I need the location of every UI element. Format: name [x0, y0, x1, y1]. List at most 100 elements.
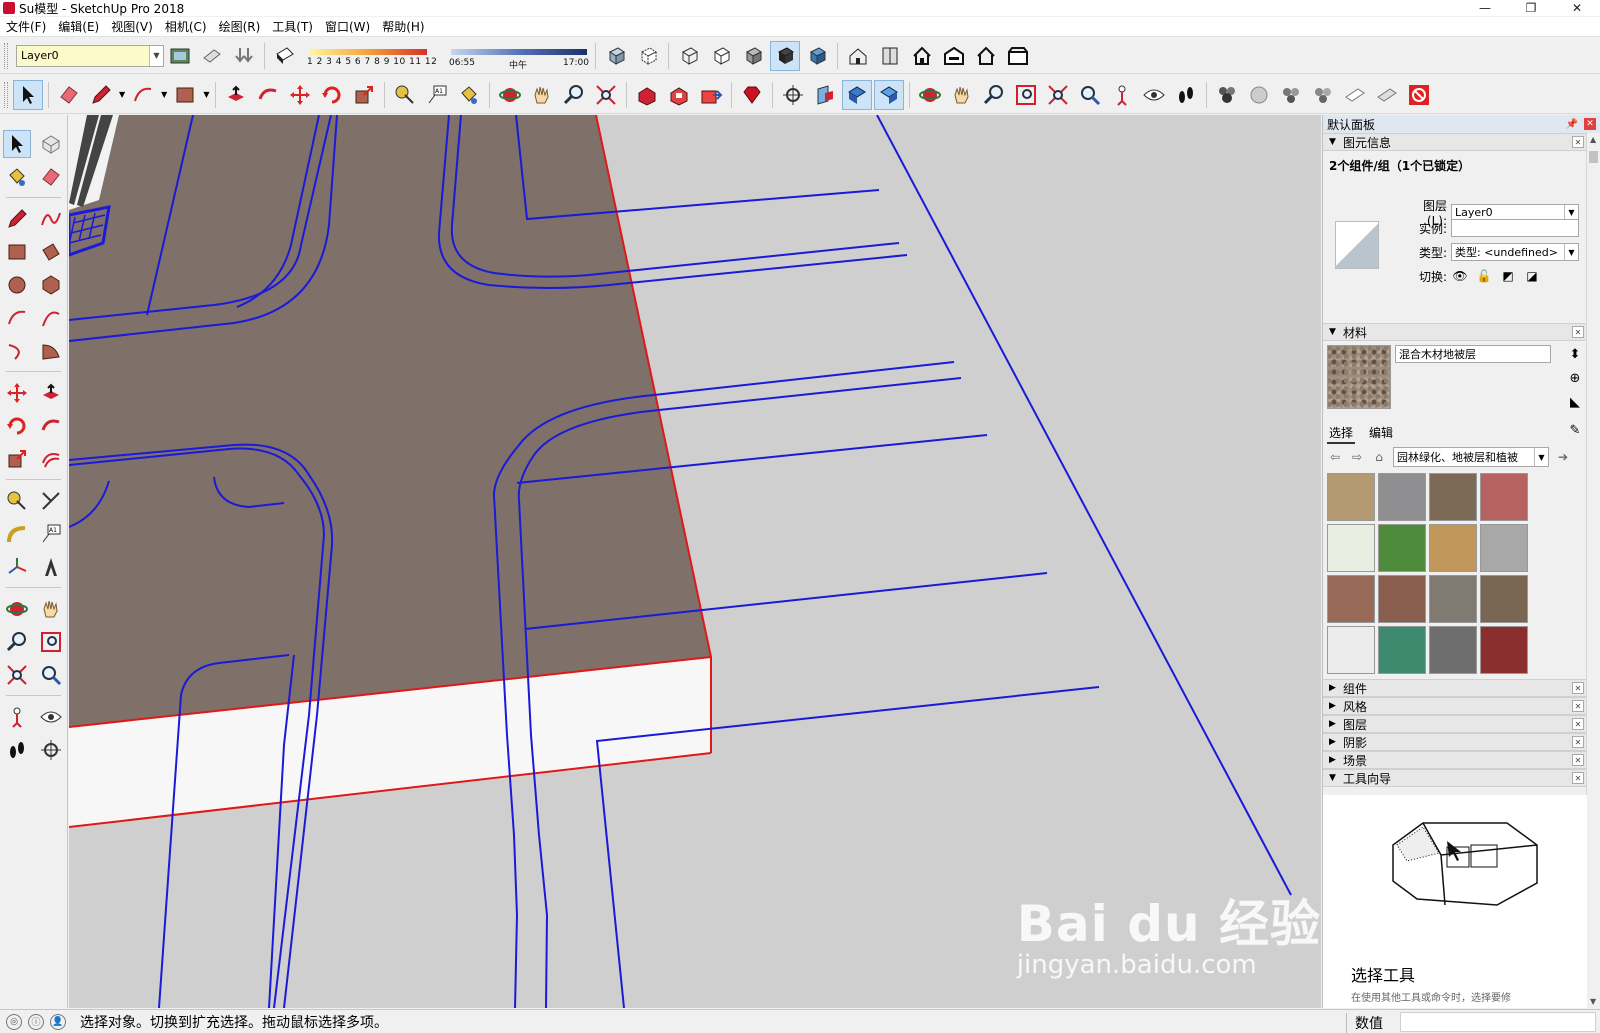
- orbit-button-2[interactable]: [915, 80, 945, 110]
- layer-down-button[interactable]: [229, 41, 259, 71]
- iso-view-button[interactable]: [843, 41, 873, 71]
- shadow-time-slider[interactable]: 06:55 中午 17:00: [447, 41, 591, 71]
- material-name-input[interactable]: 混合木材地被层: [1395, 345, 1551, 363]
- zoom-button[interactable]: [3, 628, 31, 656]
- chevron-down-icon[interactable]: ▼: [119, 90, 125, 99]
- layer-arrow-button[interactable]: [197, 41, 227, 71]
- eraser-tool-button[interactable]: [37, 163, 65, 191]
- sample-paint-icon[interactable]: ✎: [1566, 421, 1584, 439]
- model-scene[interactable]: [69, 115, 1321, 1008]
- materials-header[interactable]: ▼ 材料 ✕: [1323, 323, 1586, 341]
- three-point-arc-button[interactable]: [3, 337, 31, 365]
- eraser-tool-button[interactable]: [54, 80, 84, 110]
- section-plane-button[interactable]: [37, 736, 65, 764]
- tab-select[interactable]: 选择: [1327, 423, 1356, 444]
- look-around-button[interactable]: [37, 703, 65, 731]
- extension-warehouse-button[interactable]: [737, 80, 767, 110]
- material-swatch[interactable]: [1327, 626, 1375, 674]
- instructor-header[interactable]: ▼ 工具向导 ✕: [1323, 769, 1586, 787]
- instance-input[interactable]: [1451, 219, 1579, 237]
- close-icon[interactable]: ✕: [1572, 736, 1584, 748]
- menu-window[interactable]: 窗口(W): [319, 18, 376, 35]
- material-swatch[interactable]: [1480, 524, 1528, 572]
- select-tool-button[interactable]: [2, 129, 31, 158]
- interact-button[interactable]: [1276, 80, 1306, 110]
- close-icon[interactable]: ✕: [1572, 682, 1584, 694]
- top-view-button[interactable]: [875, 41, 905, 71]
- material-swatch[interactable]: [1480, 473, 1528, 521]
- back-view-button[interactable]: [971, 41, 1001, 71]
- axes-tool-button[interactable]: [3, 553, 31, 581]
- pan-button-2[interactable]: [947, 80, 977, 110]
- drape-button[interactable]: [1372, 80, 1402, 110]
- pan-button[interactable]: [37, 595, 65, 623]
- look-around-button[interactable]: [1139, 80, 1169, 110]
- tape-measure-button[interactable]: [390, 80, 420, 110]
- offset-tool-button[interactable]: [37, 445, 65, 473]
- material-swatch[interactable]: [1429, 575, 1477, 623]
- front-view-button[interactable]: [907, 41, 937, 71]
- display-section-planes-button[interactable]: [842, 79, 873, 110]
- zoom-extents-button[interactable]: [3, 661, 31, 689]
- display-secondary-icon[interactable]: ⬍: [1566, 345, 1584, 363]
- back-arrow-icon[interactable]: ⇦: [1327, 449, 1343, 465]
- layer-dropdown[interactable]: Layer0 ▼: [16, 44, 164, 67]
- material-swatch[interactable]: [1378, 575, 1426, 623]
- walk-button[interactable]: [3, 736, 31, 764]
- model-viewport[interactable]: Bai du 经验 jingyan.baidu.com: [69, 115, 1321, 1008]
- scale-tool-button[interactable]: [3, 445, 31, 473]
- two-point-arc-button[interactable]: [37, 304, 65, 332]
- menu-camera[interactable]: 相机(C): [159, 18, 213, 35]
- push-pull-button[interactable]: [37, 379, 65, 407]
- section-scenes-header[interactable]: ▶ 场景 ✕: [1323, 751, 1586, 769]
- follow-me-button[interactable]: [37, 412, 65, 440]
- polygon-tool-button[interactable]: [37, 271, 65, 299]
- cast-shadows-icon[interactable]: ◪: [1523, 267, 1541, 285]
- follow-me-button[interactable]: [253, 80, 283, 110]
- previous-view-button[interactable]: [37, 661, 65, 689]
- material-swatch[interactable]: [1480, 575, 1528, 623]
- xray-style-button[interactable]: [601, 41, 631, 71]
- material-swatch[interactable]: [1378, 473, 1426, 521]
- protractor-button[interactable]: [3, 520, 31, 548]
- measurements-input[interactable]: [1400, 1012, 1596, 1032]
- eye-icon[interactable]: 👁: [1451, 267, 1469, 285]
- entity-info-header[interactable]: ▼ 图元信息 ✕: [1323, 133, 1586, 151]
- monochrome-button[interactable]: [802, 41, 832, 71]
- material-swatch[interactable]: [1429, 473, 1477, 521]
- material-swatch[interactable]: [1378, 524, 1426, 572]
- 3d-text-button[interactable]: [37, 553, 65, 581]
- default-material-icon[interactable]: ◣: [1566, 393, 1584, 411]
- toolbar-grip[interactable]: [4, 81, 8, 108]
- menu-help[interactable]: 帮助(H): [376, 18, 430, 35]
- circle-tool-button[interactable]: [3, 271, 31, 299]
- material-swatch[interactable]: [1327, 575, 1375, 623]
- close-icon[interactable]: ✕: [1584, 118, 1596, 130]
- section-shadows-header[interactable]: ▶ 阴影 ✕: [1323, 733, 1586, 751]
- component-options-button[interactable]: [1212, 80, 1242, 110]
- menu-file[interactable]: 文件(F): [0, 18, 52, 35]
- back-edges-button[interactable]: [633, 41, 663, 71]
- select-tool-button[interactable]: [13, 79, 43, 110]
- scroll-up-icon[interactable]: ▲: [1590, 135, 1596, 144]
- shaded-textures-button[interactable]: [770, 40, 800, 71]
- move-tool-button[interactable]: [285, 80, 315, 110]
- move-tool-button[interactable]: [3, 379, 31, 407]
- zoom-button-2[interactable]: [979, 80, 1009, 110]
- zoom-window-button[interactable]: [37, 628, 65, 656]
- material-swatch[interactable]: [1327, 524, 1375, 572]
- zoom-button[interactable]: [559, 80, 589, 110]
- lock-icon[interactable]: 🔓: [1475, 267, 1493, 285]
- create-material-icon[interactable]: ⊕: [1566, 369, 1584, 387]
- material-swatch[interactable]: [1429, 626, 1477, 674]
- material-swatch[interactable]: [1378, 626, 1426, 674]
- scale-tool-button[interactable]: [349, 80, 379, 110]
- right-view-button[interactable]: [939, 41, 969, 71]
- rotate-tool-button[interactable]: [3, 412, 31, 440]
- tape-measure-button[interactable]: [3, 487, 31, 515]
- paint-bucket-button[interactable]: [3, 163, 31, 191]
- toolbar-grip[interactable]: [4, 42, 8, 69]
- upload-button[interactable]: [696, 80, 726, 110]
- menu-draw[interactable]: 绘图(R): [213, 18, 267, 35]
- menu-view[interactable]: 视图(V): [105, 18, 159, 35]
